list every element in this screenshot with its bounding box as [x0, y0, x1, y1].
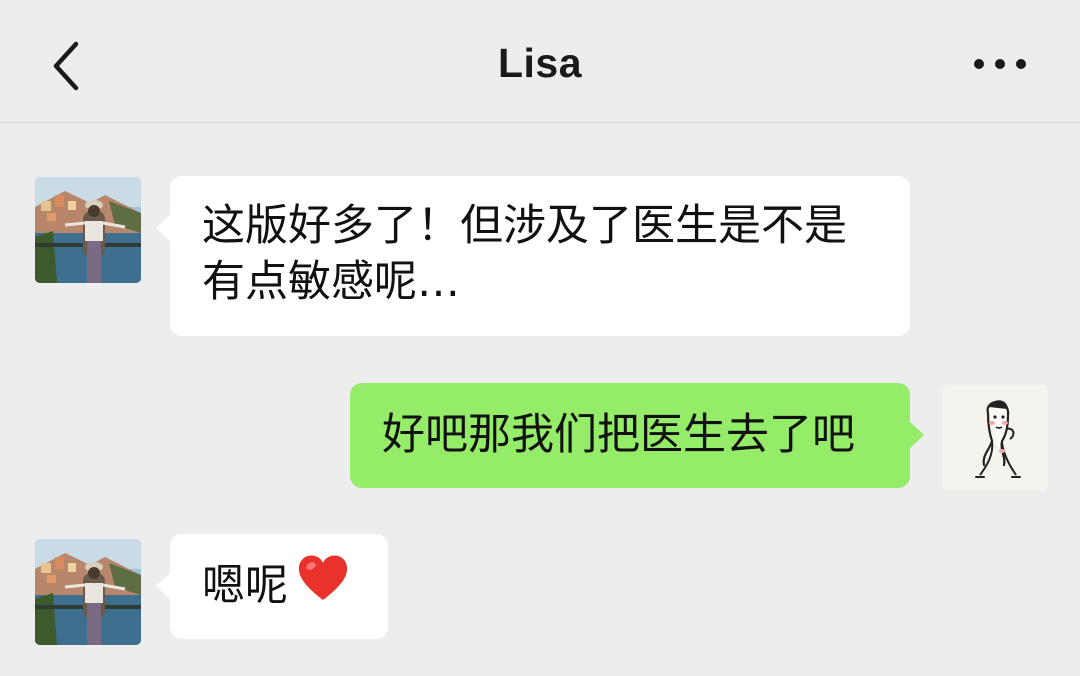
more-options-button[interactable]	[960, 44, 1040, 84]
message-text: 嗯呢	[202, 561, 288, 611]
more-dots-icon	[974, 59, 1026, 69]
contact-avatar[interactable]	[35, 177, 141, 283]
avatar-photo-icon	[35, 539, 141, 645]
my-avatar[interactable]	[942, 385, 1048, 491]
avatar-photo-icon	[35, 177, 141, 283]
cartoon-avatar-icon	[942, 385, 1048, 491]
message-bubble-incoming[interactable]: 嗯呢	[156, 534, 388, 639]
chat-screen: Lisa 这版好多了！但涉及了医生是不是有点敏感呢… 好吧那我们把医生去了吧 嗯…	[0, 0, 1080, 676]
chat-title: Lisa	[497, 40, 583, 86]
red-heart-icon	[296, 553, 350, 617]
contact-avatar[interactable]	[35, 539, 141, 645]
message-text: 这版好多了！但涉及了医生是不是有点敏感呢…	[202, 201, 847, 307]
chat-header: Lisa	[0, 0, 1080, 123]
message-text: 好吧那我们把医生去了吧	[382, 410, 855, 460]
message-bubble-outgoing[interactable]: 好吧那我们把医生去了吧	[350, 383, 924, 488]
message-bubble-incoming[interactable]: 这版好多了！但涉及了医生是不是有点敏感呢…	[156, 176, 910, 336]
